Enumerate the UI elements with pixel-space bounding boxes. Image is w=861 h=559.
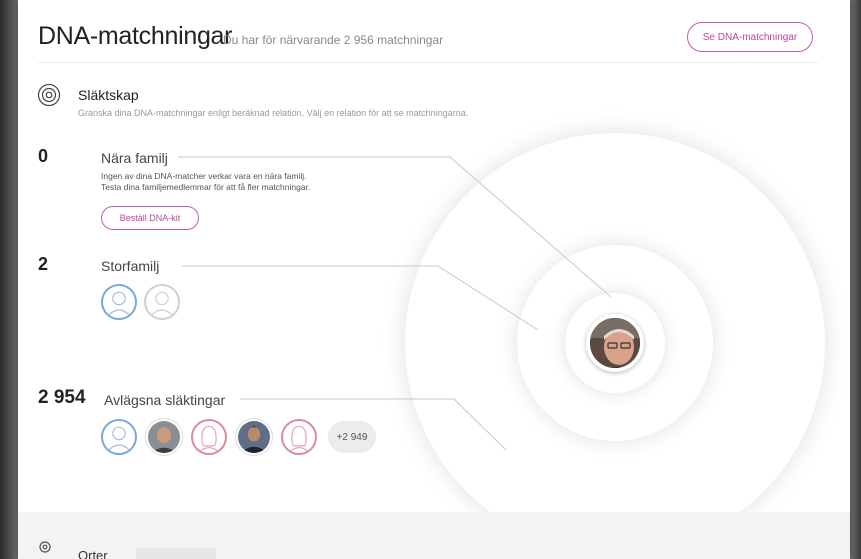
user-avatar [586,314,644,372]
extended-family-count: 2 [38,254,49,274]
close-family-count: 0 [38,146,49,166]
places-section-tab [136,548,216,559]
section-title: Släktskap [78,87,139,103]
match-avatar-unknown[interactable] [144,284,180,320]
target-icon [37,83,61,107]
match-avatar-female[interactable] [281,419,317,455]
distant-relatives-count: 2 954 [38,387,86,408]
match-avatar-photo[interactable] [236,419,272,455]
places-section-title: Orter [78,548,108,559]
panel-header: DNA-matchningar Du har för närvarande 2 … [38,22,830,58]
match-avatar-female[interactable] [191,419,227,455]
match-avatar-male[interactable] [101,284,137,320]
see-dna-matches-button[interactable]: Se DNA-matchningar [687,22,813,52]
window-right-edge [850,0,861,559]
dna-matches-panel: DNA-matchningar Du har för närvarande 2 … [18,0,850,559]
header-divider [38,62,818,63]
extended-family-title[interactable]: Storfamilj [101,258,159,274]
location-pin-icon [39,541,51,553]
distant-relatives-title[interactable]: Avlägsna släktingar [104,392,225,408]
page-title: DNA-matchningar [38,22,233,50]
more-matches-pill[interactable]: +2 949 [328,421,376,453]
section-description: Granska dina DNA-matchningar enligt berä… [78,108,469,118]
close-family-desc-line1: Ingen av dina DNA-matcher verkar vara en… [101,171,307,181]
match-count-subtitle: Du har för närvarande 2 956 matchningar [223,33,444,47]
window-left-edge [0,0,18,559]
order-dna-kit-button[interactable]: Beställ DNA-kit [101,206,199,230]
relationship-rings [405,133,825,553]
match-avatar-photo[interactable] [146,419,182,455]
close-family-desc-line2: Testa dina familjemedlemmar för att få f… [101,182,311,192]
close-family-title[interactable]: Nära familj [101,150,168,166]
match-avatar-male[interactable] [101,419,137,455]
